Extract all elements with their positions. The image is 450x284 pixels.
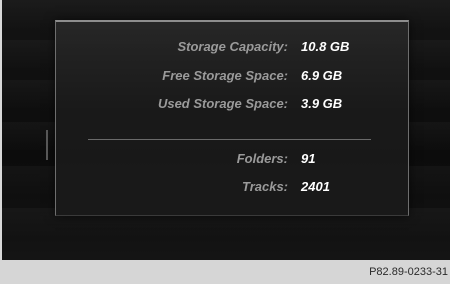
section-divider — [88, 139, 371, 140]
used-storage-row: Used Storage Space: 3.9 GB — [56, 96, 408, 116]
storage-capacity-row: Storage Capacity: 10.8 GB — [56, 39, 408, 59]
free-storage-row: Free Storage Space: 6.9 GB — [56, 68, 408, 88]
figure-footer: P82.89-0233-31 — [0, 260, 450, 284]
figure-reference: P82.89-0233-31 — [369, 266, 448, 278]
tracks-value: 2401 — [301, 179, 330, 194]
storage-capacity-label: Storage Capacity: — [177, 39, 288, 54]
free-storage-value: 6.9 GB — [301, 68, 343, 83]
background-list-marker — [46, 130, 48, 160]
used-storage-value: 3.9 GB — [301, 96, 343, 111]
storage-info-dialog: Storage Capacity: 10.8 GB Free Storage S… — [55, 20, 409, 216]
tracks-row: Tracks: 2401 — [56, 179, 408, 199]
folders-label: Folders: — [236, 151, 288, 166]
storage-capacity-value: 10.8 GB — [301, 39, 350, 54]
display-screen: Storage Capacity: 10.8 GB Free Storage S… — [2, 0, 450, 260]
folders-value: 91 — [301, 151, 316, 166]
folders-row: Folders: 91 — [56, 151, 408, 171]
used-storage-label: Used Storage Space: — [157, 96, 288, 111]
free-storage-label: Free Storage Space: — [162, 68, 288, 83]
tracks-label: Tracks: — [241, 179, 288, 194]
